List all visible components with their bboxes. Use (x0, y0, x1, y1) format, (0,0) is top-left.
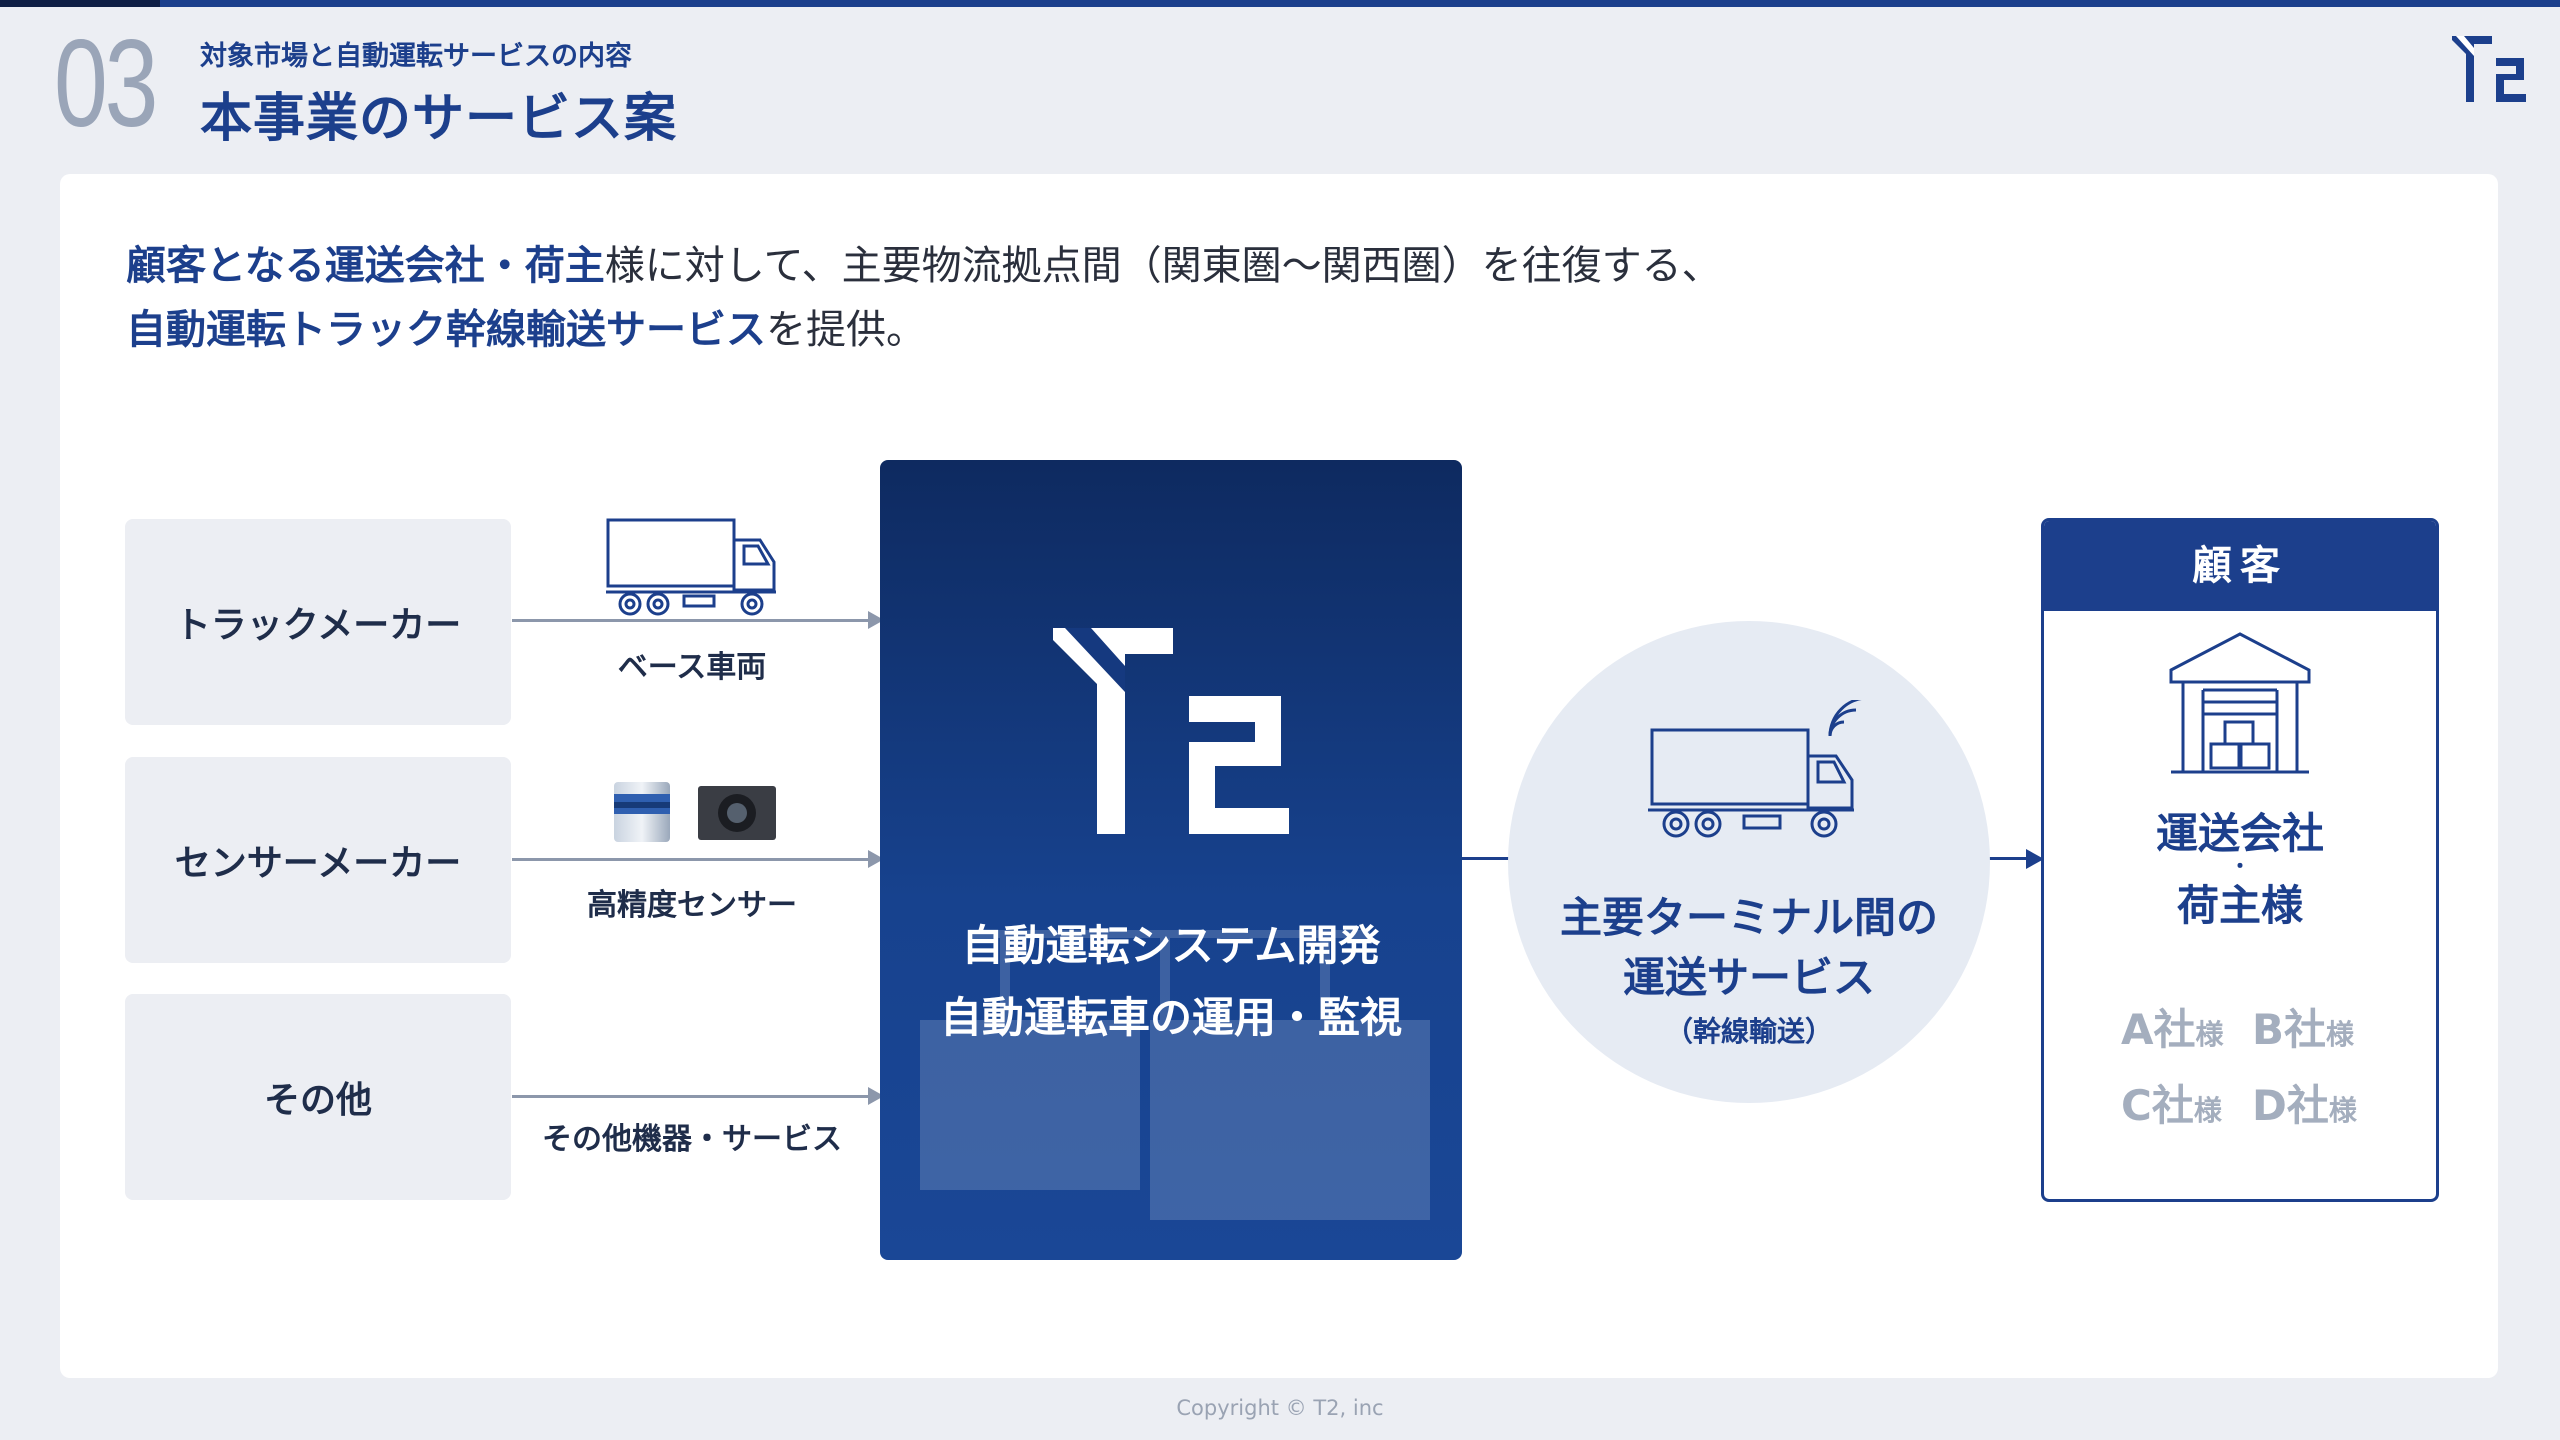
customer-d: D社様 (2252, 1081, 2357, 1130)
customer-c: C社様 (2121, 1081, 2222, 1130)
label-other-equipment: その他機器・サービス (542, 1122, 842, 1157)
t2-logo (2452, 36, 2526, 102)
center-line-2: 自動運転車の運用・監視 (939, 993, 1402, 1042)
customer-line-2: 荷主様 (2176, 881, 2303, 930)
autonomous-truck-icon (1648, 700, 1863, 838)
truck-photo-background (920, 930, 1430, 1220)
section-subtitle: 対象市場と自動運転サービスの内容 (200, 41, 632, 72)
supplier-box-truck-maker: トラックメーカー (125, 519, 511, 725)
service-line-3: （幹線輸送） (1664, 1015, 1833, 1048)
label-precision-sensor: 高精度センサー (587, 888, 797, 923)
warehouse-icon (2169, 632, 2311, 774)
center-line-1: 自動運転システム開発 (961, 921, 1381, 970)
top-accent-bar (0, 0, 2560, 7)
top-accent-bar-dark (0, 0, 160, 7)
customer-header: 顧客 (2044, 521, 2436, 611)
page-title: 本事業のサービス案 (200, 89, 678, 149)
customer-b: B社様 (2252, 1005, 2355, 1054)
arrow-sensor-maker (512, 858, 872, 861)
arrow-other (512, 1095, 872, 1098)
intro-highlight-2: 自動運転トラック幹線輸送サービス (126, 307, 766, 353)
t2-system-panel: 自動運転システム開発 自動運転車の運用・監視 (880, 460, 1462, 1260)
intro-rest-1: 様に対して、主要物流拠点間（関東圏〜関西圏）を往復する、 (604, 243, 1722, 289)
sensor-icons (614, 782, 776, 842)
arrow-truck-maker (512, 619, 872, 622)
intro-rest-2: を提供。 (766, 307, 926, 353)
intro-text: 顧客となる運送会社・荷主様に対して、主要物流拠点間（関東圏〜関西圏）を往復する、… (126, 234, 1722, 362)
service-line-2: 運送サービス (1622, 953, 1875, 1002)
truck-icon (606, 518, 776, 616)
intro-highlight-1: 顧客となる運送会社・荷主 (126, 243, 605, 289)
copyright-footer: Copyright © T2, inc (1176, 1396, 1384, 1420)
t2-logo-large (1053, 628, 1289, 834)
section-number: 03 (54, 15, 158, 153)
label-base-vehicle: ベース車両 (617, 650, 767, 685)
supplier-box-sensor-maker: センサーメーカー (125, 757, 511, 963)
customer-a: A社様 (2121, 1005, 2224, 1054)
service-line-1: 主要ターミナル間の (1559, 893, 1938, 942)
supplier-box-other: その他 (125, 994, 511, 1200)
